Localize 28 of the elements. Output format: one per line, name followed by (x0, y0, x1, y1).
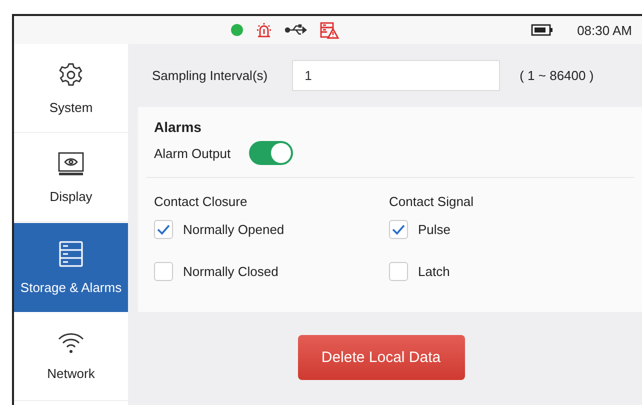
range-hint: ( 1 ~ 86400 ) (520, 68, 594, 83)
checkbox-label: Pulse (418, 222, 451, 236)
storage-warning-icon (320, 22, 339, 38)
alarm-light-icon (256, 22, 272, 38)
checkbox[interactable] (389, 220, 408, 238)
sampling-interval-field[interactable]: 1 (292, 60, 500, 91)
group-title: Contact Closure (154, 192, 248, 210)
checkbox-label: Latch (418, 264, 450, 278)
alarm-output-toggle[interactable] (248, 141, 293, 165)
battery-icon (531, 24, 554, 36)
clock-time: 08:30 AM (577, 22, 632, 38)
delete-local-data-button[interactable]: Delete Local Data (298, 335, 464, 380)
monitor-eye-icon (57, 150, 85, 176)
status-dot-icon (231, 24, 243, 36)
section-title: Alarms (154, 118, 202, 137)
checkbox[interactable] (154, 220, 173, 238)
checkbox[interactable] (389, 262, 408, 280)
checkbox[interactable] (154, 262, 173, 280)
checkbox-label: Normally Opened (183, 222, 284, 236)
toggle-label: Alarm Output (154, 146, 231, 160)
server-icon (58, 240, 84, 268)
sidebar-tab[interactable]: Storage & Alarms (14, 223, 128, 312)
usb-icon (285, 24, 307, 36)
wifi-icon (57, 332, 85, 354)
checkbox-label: Normally Closed (183, 264, 278, 278)
settings-icon (58, 62, 84, 88)
field-label: Sampling Interval(s) (152, 68, 268, 83)
group-title: Contact Signal (389, 192, 475, 211)
